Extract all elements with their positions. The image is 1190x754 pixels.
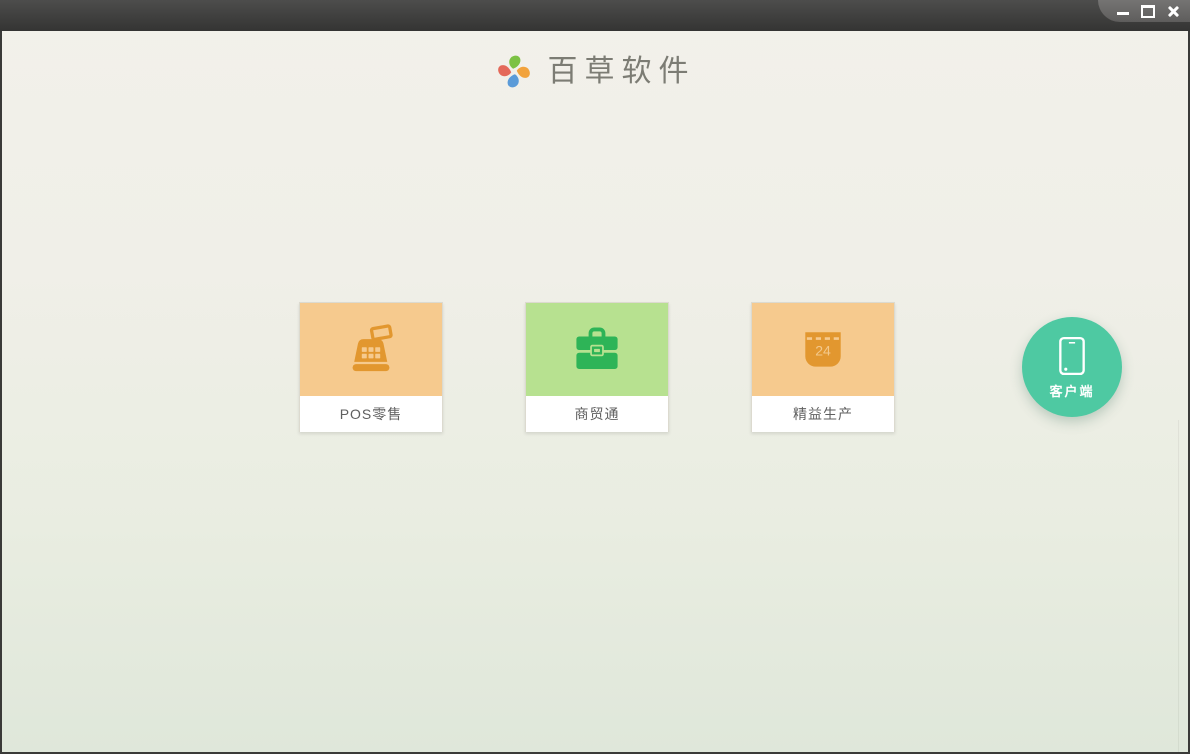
calendar-day-number: 24 (815, 342, 831, 358)
product-card-pos[interactable]: POS零售 (299, 302, 443, 432)
product-card-lean[interactable]: 24 精益生产 (751, 302, 895, 432)
product-card-trade[interactable]: 商贸通 (525, 302, 669, 432)
window-controls (1098, 0, 1190, 22)
close-button[interactable] (1166, 3, 1180, 19)
product-label: 商贸通 (526, 396, 668, 432)
product-tile: 24 (752, 303, 894, 396)
product-tile (300, 303, 442, 396)
titlebar[interactable] (0, 0, 1190, 31)
app-header: 百草软件 (2, 53, 1188, 90)
product-label: POS零售 (300, 396, 442, 432)
product-tile (526, 303, 668, 396)
minimize-icon (1117, 12, 1129, 15)
maximize-button[interactable] (1141, 3, 1155, 19)
app-title: 百草软件 (547, 53, 696, 89)
calendar-icon: 24 (805, 331, 841, 367)
client-badge-label: 客户端 (1049, 383, 1095, 399)
pinwheel-logo-icon (497, 55, 530, 88)
minimize-button[interactable] (1116, 3, 1130, 19)
product-label: 精益生产 (752, 396, 894, 432)
app-window: 百草软件 POS零售 商贸通 24 精益生产 客户端 (0, 0, 1190, 754)
briefcase-icon (576, 327, 618, 369)
maximize-icon (1141, 4, 1155, 18)
smartphone-icon (1059, 336, 1085, 375)
close-icon (1167, 5, 1180, 18)
client-badge-button[interactable]: 客户端 (1022, 317, 1122, 417)
cash-register-icon (352, 323, 393, 371)
